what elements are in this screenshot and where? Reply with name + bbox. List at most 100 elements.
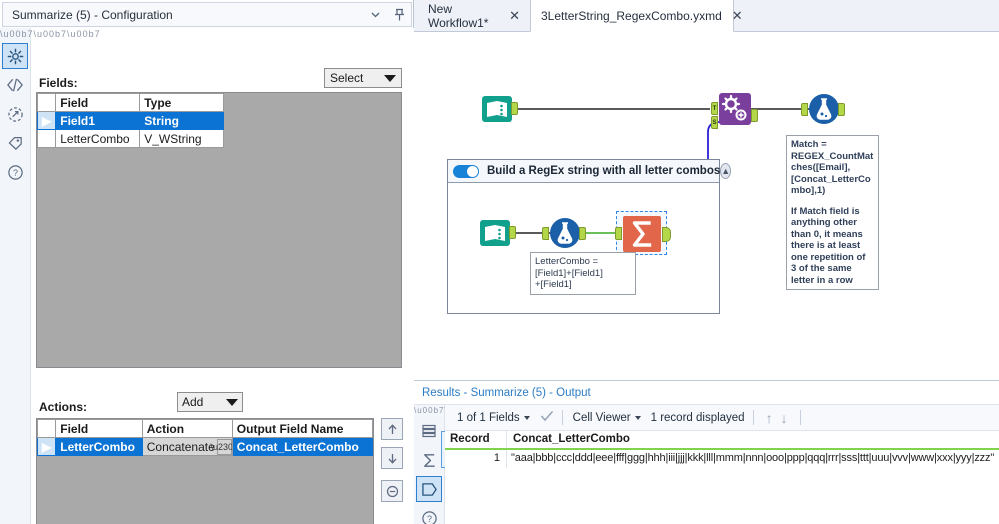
results-table[interactable]: Record Concat_LetterCombo 1 "aaa|bbb|ccc… [445,431,999,524]
workflow-tabstrip: New Workflow1* ✕ 3LetterString_RegexComb… [414,0,999,32]
fields-select-value: Select [330,71,384,85]
cell-type: V_WString [140,130,224,148]
move-up-button[interactable] [381,418,403,440]
row-marker [38,130,56,148]
output-anchor[interactable] [509,226,516,239]
cell-field: LetterCombo [56,130,140,148]
move-down-button[interactable] [381,447,403,469]
output-anchor[interactable] [511,102,518,115]
anchor-label-t: T [712,103,717,115]
output-anchor-icon[interactable] [416,476,442,502]
help-icon[interactable]: ? [2,159,28,185]
match-annotation: Match = REGEX_CountMat ches([Email], [Co… [786,135,879,290]
container-toggle[interactable] [453,165,479,178]
next-record-button[interactable]: ↓ [777,410,792,426]
actions-add-value: Add [182,395,226,409]
rail-grip[interactable]: \u00b7\u00b7\u00b7 [0,30,30,40]
table-row[interactable]: ▶ Field1 String [38,112,224,130]
annotation-line: Match = [791,139,874,151]
close-icon[interactable]: ✕ [509,8,520,24]
cell-action-value: Concatenate [143,440,215,454]
container-title: Build a RegEx string with all letter com… [487,165,720,177]
fields-grid[interactable]: Field Type ▶ Field1 String LetterCombo V… [36,92,402,368]
output-anchor[interactable] [662,227,671,242]
config-icon-rail: \u00b7\u00b7\u00b7 [0,28,31,524]
actions-table: Field Action Output Field Name ▶ LetterC… [37,419,373,456]
fields-selector[interactable]: 1 of 1 Fields [455,412,532,424]
annotation-line: there is at least [791,240,874,252]
actions-col-action: Action [142,420,232,438]
tab-label: 3LetterString_RegexCombo.yxmd [541,9,722,23]
svg-text:?: ? [427,513,432,523]
help-icon[interactable]: ? [416,505,442,524]
container-header: Build a RegEx string with all letter com… [448,160,719,183]
text-input-tool-inner[interactable] [478,216,512,253]
workflow-tab-new[interactable]: New Workflow1* ✕ [418,0,528,32]
text-input-tool-top[interactable] [480,92,514,129]
workflow-canvas[interactable]: T S Match = REGEX_CountMat ches([Email],… [414,32,999,380]
output-anchor[interactable] [751,109,758,122]
chevron-down-icon [524,416,530,420]
toolbar-divider [753,410,754,425]
table-row[interactable]: LetterCombo V_WString [38,130,224,148]
actions-add-dropdown[interactable]: Add [177,392,243,412]
input-anchor-s[interactable]: S [711,116,718,129]
cell-viewer-label: Cell Viewer [573,412,631,424]
fields-count-label: 1 of 1 Fields [457,412,520,424]
annotation-line: letter in a row [791,275,874,287]
output-anchor[interactable] [838,103,845,116]
fields-label: Fields: [39,76,78,90]
row-marker: ▶ [38,438,56,456]
output-anchor[interactable] [579,227,586,240]
annotation-line: than 0, it means [791,229,874,241]
fields-col-mark [38,94,56,112]
target-icon[interactable] [2,101,28,127]
wire-textinput-to-append [510,108,710,110]
pin-icon[interactable] [387,3,411,26]
input-anchor[interactable] [615,227,622,240]
input-anchor[interactable] [542,227,549,240]
formula-tool-inner[interactable] [548,216,582,253]
tool-container[interactable]: Build a RegEx string with all letter com… [447,159,720,314]
code-icon[interactable] [2,72,28,98]
fields-col-field: Field [56,94,140,112]
table-view-icon[interactable] [416,418,442,444]
cell-viewer-selector[interactable]: Cell Viewer [571,412,643,424]
checkmark-icon[interactable] [540,410,554,425]
table-header-row: Field Type [38,94,224,112]
summarize-tool[interactable] [616,211,667,255]
actions-grid[interactable]: Field Action Output Field Name ▶ LetterC… [36,418,374,524]
annotation-line: REGEX_CountMat [791,151,874,163]
formula-tool-top[interactable] [807,92,841,129]
input-anchor[interactable] [801,103,808,116]
results-toolbar: 1 of 1 Fields Cell Viewer 1 record displ… [445,405,999,431]
panel-title: Summarize (5) - Configuration [3,8,363,22]
input-anchor-t[interactable]: T [711,102,718,115]
toolbar-divider [562,410,563,425]
annotation-line: +[Field1] [535,279,631,291]
table-row[interactable]: ▶ LetterCombo Concatenate \u2304 Concat_… [38,438,373,456]
tag-icon[interactable] [2,130,28,156]
table-header-row: Record Concat_LetterCombo [445,431,999,450]
fields-select-dropdown[interactable]: Select [324,68,402,88]
gear-icon[interactable] [2,43,28,69]
append-fields-tool[interactable]: T S [717,91,753,130]
chevron-down-icon: \u2304 [217,439,232,455]
cell-action-dropdown[interactable]: Concatenate \u2304 [142,438,232,456]
table-row[interactable]: 1 "aaa|bbb|ccc|ddd|eee|fff|ggg|hhh|iii|j… [445,450,999,468]
prev-record-button[interactable]: ↑ [762,410,777,426]
remove-button[interactable] [381,480,403,502]
chevron-down-icon [226,399,238,406]
annotation-spacer [791,197,874,206]
close-icon[interactable]: ✕ [732,8,743,24]
cell-record: 1 [445,450,507,468]
collapse-button[interactable]: ▲ [720,163,731,179]
sigma-icon[interactable] [416,447,442,473]
rail-grip[interactable]: \u00b7\u00b7\u00b7\u00b7 [414,407,444,415]
chevron-down-icon[interactable] [363,3,387,26]
col-record: Record [445,431,507,448]
annotation-line: LetterCombo = [535,256,631,268]
chevron-down-icon [635,416,641,420]
workflow-tab-regexcombo[interactable]: 3LetterString_RegexCombo.yxmd ✕ [530,0,734,32]
actions-col-mark [38,420,56,438]
